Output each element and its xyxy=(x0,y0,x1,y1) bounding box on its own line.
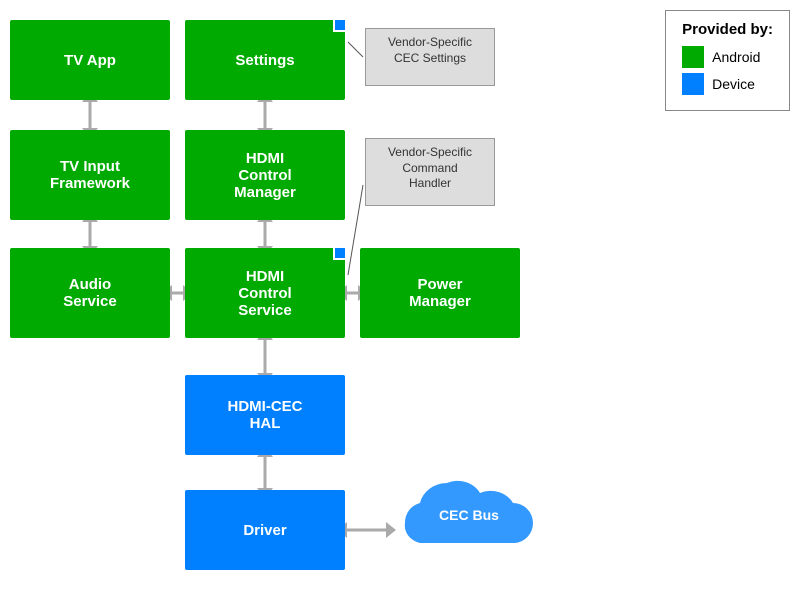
tv-input-framework-block: TV InputFramework xyxy=(10,130,170,220)
hdmi-cec-hal-block: HDMI-CECHAL xyxy=(185,375,345,455)
cloud-svg: CEC Bus xyxy=(385,468,550,568)
command-handler-callout: Vendor-SpecificCommandHandler xyxy=(365,138,495,206)
cec-bus-cloud: CEC Bus xyxy=(385,468,550,568)
driver-block: Driver xyxy=(185,490,345,570)
settings-device-indicator xyxy=(333,18,347,32)
legend-item-android: Android xyxy=(682,46,773,68)
cec-settings-label: Vendor-SpecificCEC Settings xyxy=(388,35,472,65)
legend-android-label: Android xyxy=(712,49,760,65)
legend-item-device: Device xyxy=(682,73,773,95)
hdmi-control-manager-block: HDMIControlManager xyxy=(185,130,345,220)
legend-device-label: Device xyxy=(712,76,755,92)
svg-text:CEC Bus: CEC Bus xyxy=(439,507,499,523)
legend-android-color xyxy=(682,46,704,68)
cec-settings-callout: Vendor-SpecificCEC Settings xyxy=(365,28,495,86)
audio-service-block: AudioService xyxy=(10,248,170,338)
tv-app-block: TV App xyxy=(10,20,170,100)
hdmi-service-device-indicator xyxy=(333,246,347,260)
command-handler-label: Vendor-SpecificCommandHandler xyxy=(388,145,472,190)
hdmi-control-service-block: HDMIControlService xyxy=(185,248,345,338)
settings-block: Settings xyxy=(185,20,345,100)
power-manager-block: PowerManager xyxy=(360,248,520,338)
legend: Provided by: Android Device xyxy=(665,10,790,111)
legend-title: Provided by: xyxy=(682,21,773,38)
legend-device-color xyxy=(682,73,704,95)
diagram-container: TV App Settings TV InputFramework HDMICo… xyxy=(0,0,800,603)
